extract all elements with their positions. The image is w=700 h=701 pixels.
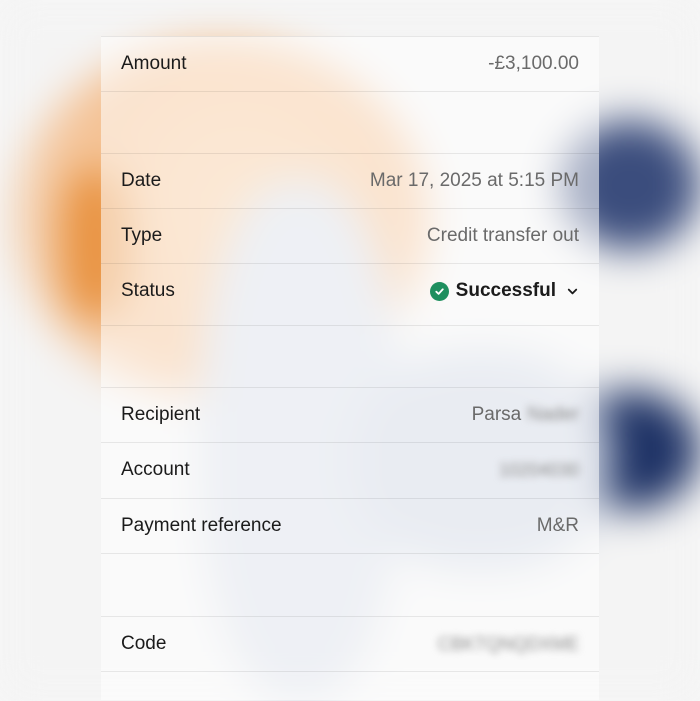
payment-reference-value: M&R [537,515,579,537]
status-row[interactable]: Status Successful [101,263,599,318]
amount-row: Amount -£3,100.00 [101,36,599,91]
date-value: Mar 17, 2025 at 5:15 PM [370,170,579,192]
amount-value: -£3,100.00 [488,53,579,75]
type-value: Credit transfer out [427,225,579,247]
date-row: Date Mar 17, 2025 at 5:15 PM [101,153,599,208]
code-row: Code CBKTQNQDXME [101,616,599,671]
code-label: Code [121,633,166,655]
type-row: Type Credit transfer out [101,208,599,263]
status-dropdown[interactable]: Successful [430,280,579,302]
recipient-value: Parsa Nader [472,404,579,426]
account-row: Account 10204030 [101,442,599,497]
account-label: Account [121,459,190,481]
status-label: Status [121,280,175,302]
amount-label: Amount [121,53,186,75]
section-spacer-3 [101,553,599,615]
recipient-first-name: Parsa [472,404,522,426]
section-spacer-1 [101,91,599,153]
date-label: Date [121,170,161,192]
type-label: Type [121,225,162,247]
account-value-redacted: 10204030 [499,460,579,481]
bottom-divider [101,671,599,701]
payment-reference-label: Payment reference [121,515,282,537]
code-value-redacted: CBKTQNQDXME [438,634,579,655]
chevron-down-icon[interactable] [565,284,579,298]
section-spacer-2 [101,325,599,387]
transaction-details-panel: Amount -£3,100.00 Date Mar 17, 2025 at 5… [101,36,599,700]
recipient-row: Recipient Parsa Nader [101,387,599,442]
recipient-last-name-redacted: Nader [527,404,579,426]
check-circle-icon [430,282,449,301]
payment-reference-row: Payment reference M&R [101,498,599,553]
status-value: Successful [456,280,556,302]
recipient-label: Recipient [121,404,200,426]
